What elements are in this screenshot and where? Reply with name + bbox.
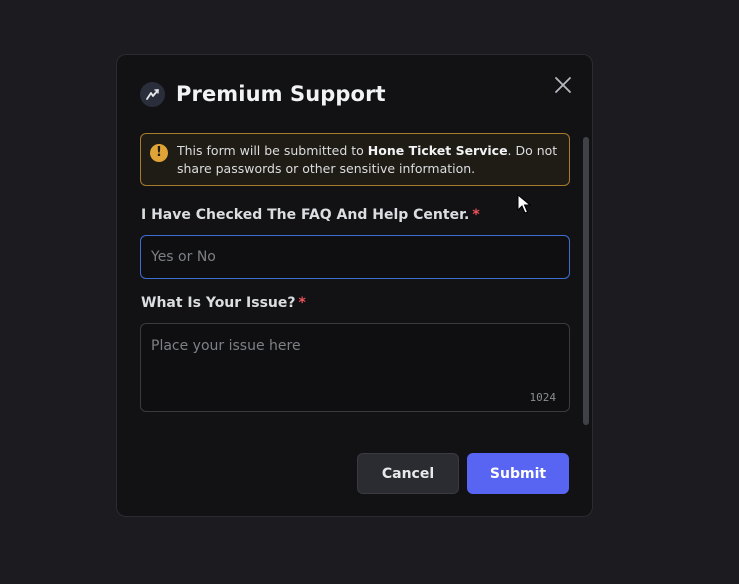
dialog-header: Premium Support — [140, 79, 386, 109]
dialog-footer: Cancel Submit — [357, 453, 569, 494]
faq-label-text: I Have Checked The FAQ And Help Center. — [141, 207, 470, 223]
warning-notice: ! This form will be submitted to Hone Ti… — [140, 133, 570, 186]
scrollbar-thumb[interactable] — [583, 137, 589, 425]
hone-lightning-icon — [140, 81, 165, 107]
faq-field-label: I Have Checked The FAQ And Help Center. * — [141, 207, 480, 223]
warning-icon: ! — [150, 144, 168, 162]
dialog-title: Premium Support — [176, 82, 386, 106]
close-button[interactable] — [552, 74, 574, 96]
cancel-button[interactable]: Cancel — [357, 453, 459, 494]
issue-textarea[interactable] — [140, 323, 570, 412]
required-marker: * — [472, 207, 480, 223]
required-marker: * — [298, 295, 306, 311]
mouse-pointer-icon — [517, 194, 531, 214]
premium-support-dialog: Premium Support ! This form will be subm… — [116, 54, 593, 517]
form-body: ! This form will be submitted to Hone Ti… — [140, 133, 570, 423]
notice-service-name: Hone Ticket Service — [367, 143, 508, 158]
close-icon — [555, 77, 571, 93]
issue-label-text: What Is Your Issue? — [141, 295, 296, 311]
scrollbar[interactable] — [583, 137, 589, 425]
faq-checked-input[interactable] — [140, 235, 570, 279]
issue-field-label: What Is Your Issue? * — [141, 295, 306, 311]
submit-button[interactable]: Submit — [467, 453, 569, 494]
notice-text-before: This form will be submitted to — [177, 143, 368, 158]
character-limit-counter: 1024 — [529, 391, 557, 404]
